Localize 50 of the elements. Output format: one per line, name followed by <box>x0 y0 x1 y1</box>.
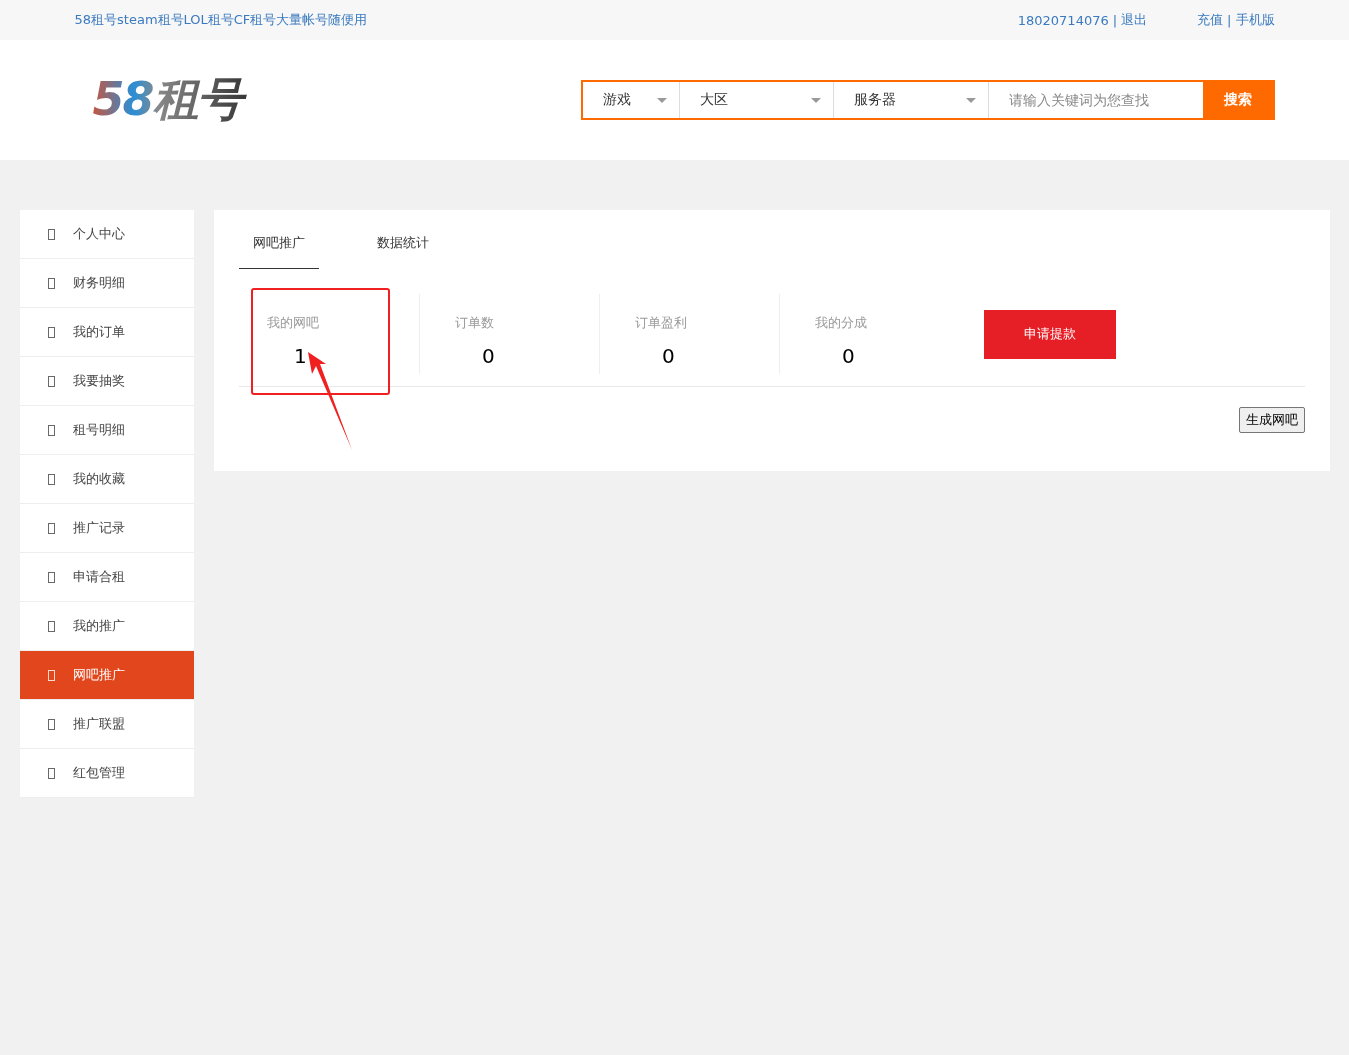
sidebar-item[interactable]: 我要抽奖 <box>20 357 194 406</box>
select-dropdown[interactable]: 游戏 <box>582 82 681 118</box>
sidebar-item[interactable]: 红包管理 <box>20 749 194 798</box>
search-bar[interactable]: 游戏 大区 服务器 请输入关键词为您查找 搜索 <box>580 80 1275 120</box>
separator: | <box>1227 12 1232 28</box>
placeholder-icon <box>48 767 55 779</box>
stat-label: 我的网吧 <box>267 314 320 332</box>
header-link[interactable]: 充值 <box>1197 11 1224 29</box>
placeholder-icon <box>48 571 55 583</box>
placeholder-icon <box>48 424 55 436</box>
separator: | <box>1112 12 1118 28</box>
sidebar-item[interactable]: 推广记录 <box>20 504 194 553</box>
sidebar-item[interactable]: 我的收藏 <box>20 455 194 504</box>
placeholder-icon <box>48 718 55 730</box>
sidebar-item[interactable]: 我的订单 <box>20 308 194 357</box>
caret-icon <box>811 97 822 103</box>
select-dropdown[interactable]: 大区 <box>680 82 835 118</box>
stat-value: 0 <box>661 344 676 368</box>
placeholder-icon <box>48 669 55 681</box>
stat-label: 订单盈利 <box>635 314 688 332</box>
stat-label: 我的分成 <box>815 314 868 332</box>
header-link[interactable]: 手机版 <box>1235 11 1275 29</box>
select-dropdown[interactable]: 服务器 <box>834 82 989 118</box>
sidebar-item[interactable]: 我的推广 <box>20 602 194 651</box>
sidebar-item[interactable]: 租号明细 <box>20 406 194 455</box>
caret-icon <box>657 97 668 103</box>
stat-value: 0 <box>481 344 496 368</box>
placeholder-icon <box>48 228 55 240</box>
tab[interactable]: 网吧推广 <box>239 230 319 269</box>
placeholder-icon <box>48 473 55 485</box>
tab[interactable]: 数据统计 <box>363 230 443 269</box>
placeholder-icon <box>48 620 55 632</box>
sidebar-item[interactable]: 财务明细 <box>20 259 194 308</box>
stat-value: 1 <box>293 344 308 368</box>
header-link[interactable]: 退出 <box>1121 11 1148 29</box>
caret-icon <box>965 97 976 103</box>
sidebar-item[interactable]: 申请合租 <box>20 553 194 602</box>
sidebar-item[interactable]: 推广联盟 <box>20 700 194 749</box>
header-link[interactable]: 18020714076 <box>1017 12 1109 28</box>
sidebar-item[interactable]: 个人中心 <box>20 210 194 259</box>
generate-button[interactable]: 生成网吧 <box>1239 407 1305 433</box>
sidebar-item[interactable]: 网吧推广 <box>20 651 194 700</box>
placeholder-icon <box>48 326 55 338</box>
placeholder-icon <box>48 522 55 534</box>
withdraw-button[interactable]: 申请提款 <box>984 309 1116 359</box>
stat-label: 订单数 <box>455 314 495 332</box>
placeholder-icon <box>48 277 55 289</box>
stat-value: 0 <box>841 344 856 368</box>
slogan-link[interactable]: 58租号steam租号LOL租号CF租号大量帐号随便用 <box>74 11 368 29</box>
placeholder-icon <box>48 375 55 387</box>
